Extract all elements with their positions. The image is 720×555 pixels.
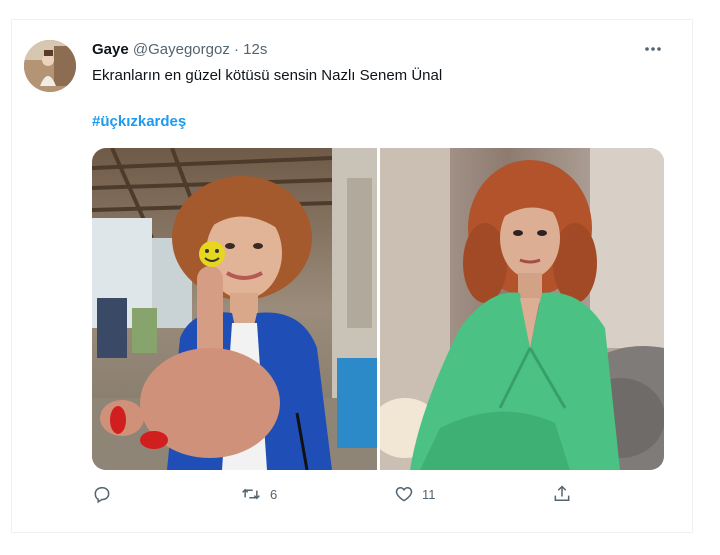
- more-button[interactable]: [640, 38, 666, 60]
- reply-icon: [94, 487, 110, 504]
- tweet-timestamp[interactable]: 12s: [243, 41, 267, 58]
- tweet-text: Ekranların en güzel kötüsü sensin Nazlı …: [92, 67, 443, 84]
- retweet-icon: [242, 488, 260, 500]
- retweet-count: 6: [270, 486, 278, 502]
- media-photo-right[interactable]: [380, 148, 664, 470]
- tweet-header: Gaye @Gayegorgoz · 12s: [92, 40, 267, 60]
- share-button[interactable]: [552, 484, 572, 504]
- retweet-button[interactable]: 6: [240, 484, 277, 504]
- tweet-card: Gaye @Gayegorgoz · 12s Ekranların en güz…: [0, 0, 720, 555]
- header-separator: ·: [234, 41, 239, 58]
- avatar-image: [24, 40, 76, 92]
- more-icon: [645, 47, 661, 51]
- hashtag-link[interactable]: #üçkızkardeş: [92, 112, 186, 132]
- photo-woman-blue-shirt: [92, 148, 377, 470]
- tweet-media[interactable]: [92, 148, 664, 470]
- like-count: 11: [422, 486, 436, 502]
- display-name[interactable]: Gaye: [92, 41, 129, 58]
- media-photo-left[interactable]: [92, 148, 377, 470]
- share-icon: [554, 485, 570, 501]
- like-button[interactable]: 11: [394, 484, 436, 504]
- reply-button[interactable]: [92, 484, 120, 504]
- photo-woman-green-suit: [380, 148, 664, 470]
- user-handle[interactable]: @Gayegorgoz: [133, 41, 230, 58]
- tweet-actions: 6 11: [92, 484, 592, 506]
- avatar[interactable]: [24, 40, 76, 92]
- heart-icon: [395, 486, 413, 502]
